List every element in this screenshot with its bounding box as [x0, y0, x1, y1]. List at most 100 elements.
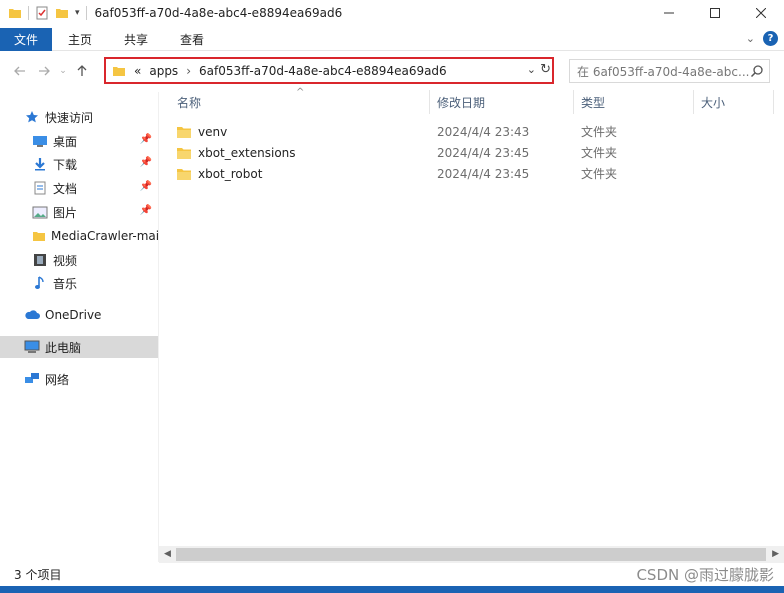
quick-access-toolbar: ▾ [0, 6, 87, 20]
download-icon [32, 156, 48, 172]
help-button[interactable]: ? [763, 31, 778, 46]
forward-arrow-icon [39, 66, 50, 76]
sidebar-item-quick-access[interactable]: 快速访问 [0, 106, 158, 128]
pin-icon[interactable]: 📌 [140, 181, 152, 192]
column-divider[interactable] [693, 90, 694, 114]
address-dropdown-icon[interactable]: ⌄ [527, 63, 536, 76]
sidebar-item-label: OneDrive [45, 308, 102, 322]
window-controls [646, 0, 784, 26]
sidebar-item-downloads[interactable]: 下载 📌 [0, 153, 158, 175]
recent-locations-button[interactable]: ⌄ [56, 66, 70, 76]
scroll-left-icon[interactable]: ◀ [164, 549, 171, 559]
scrollbar-thumb[interactable] [176, 548, 766, 561]
column-header-name[interactable]: 名称 [177, 94, 201, 111]
back-arrow-icon [14, 66, 25, 76]
watermark: CSDN @雨过朦胧影 [636, 566, 774, 584]
video-icon [32, 252, 48, 268]
maximize-button[interactable] [692, 0, 738, 26]
column-header-type[interactable]: 类型 [581, 94, 605, 111]
list-item[interactable]: venv 2024/4/4 23:43 文件夹 [176, 121, 636, 142]
file-name: xbot_robot [198, 166, 263, 181]
sort-ascending-icon: ^ [296, 87, 305, 98]
chevron-right-icon[interactable]: › [186, 64, 191, 78]
sidebar-item-label: 音乐 [53, 276, 78, 291]
star-icon [24, 109, 40, 125]
expand-ribbon-icon[interactable]: ⌄ [746, 32, 755, 45]
column-headers: ^ 名称 修改日期 类型 大小 [159, 87, 784, 114]
sidebar-item-onedrive[interactable]: OneDrive [0, 304, 158, 326]
file-modified: 2024/4/4 23:45 [437, 166, 530, 181]
close-icon [756, 8, 766, 18]
window-title: 6af053ff-a70d-4a8e-abc4-e8894ea69ad6 [94, 6, 343, 20]
refresh-icon[interactable]: ↻ [540, 62, 551, 77]
sidebar-item-network[interactable]: 网络 [0, 368, 158, 390]
desktop-icon [32, 133, 48, 149]
document-icon [32, 180, 48, 196]
sidebar-item-label: 视频 [53, 253, 78, 268]
search-icon [750, 65, 763, 78]
sidebar-item-videos[interactable]: 视频 [0, 249, 158, 271]
taskbar-strip [0, 586, 784, 593]
search-placeholder: 在 6af053ff-a70d-4a8e-abc... [577, 64, 750, 79]
file-name: venv [198, 124, 228, 139]
pin-icon[interactable]: 📌 [140, 205, 152, 216]
folder-icon [176, 145, 192, 161]
file-type: 文件夹 [581, 125, 618, 139]
sidebar-item-music[interactable]: 音乐 [0, 272, 158, 294]
close-button[interactable] [738, 0, 784, 26]
navigation-bar: ⌄ « apps › 6af053ff-a70d-4a8e-abc4-e8894… [0, 54, 784, 88]
tab-file[interactable]: 文件 [0, 27, 53, 51]
breadcrumb-overflow[interactable]: « [134, 64, 141, 78]
breadcrumb-current[interactable]: 6af053ff-a70d-4a8e-abc4-e8894ea69ad6 [199, 64, 447, 78]
sidebar-item-this-pc[interactable]: 此电脑 [0, 336, 158, 358]
sidebar-item-documents[interactable]: 文档 📌 [0, 177, 158, 199]
folder-icon [176, 124, 192, 140]
tab-home[interactable]: 主页 [52, 28, 108, 51]
address-bar[interactable]: « apps › 6af053ff-a70d-4a8e-abc4-e8894ea… [104, 57, 554, 84]
new-folder-icon[interactable] [55, 6, 69, 20]
sidebar-item-label: 文档 [53, 181, 78, 196]
column-divider[interactable] [573, 90, 574, 114]
music-icon [32, 275, 48, 291]
pin-icon[interactable]: 📌 [140, 157, 152, 168]
search-input[interactable]: 在 6af053ff-a70d-4a8e-abc... [569, 59, 770, 83]
sidebar-item-label: 下载 [53, 157, 78, 172]
file-type: 文件夹 [581, 167, 618, 181]
pin-icon[interactable]: 📌 [140, 134, 152, 145]
sidebar-item-label: 此电脑 [45, 340, 82, 355]
cloud-icon [24, 307, 40, 323]
sidebar-item-mediacrawler[interactable]: MediaCrawler-main [0, 225, 158, 247]
folder-icon [32, 228, 46, 244]
sidebar-item-label: 桌面 [53, 134, 78, 149]
list-item[interactable]: xbot_robot 2024/4/4 23:45 文件夹 [176, 163, 636, 184]
ribbon-right: ⌄ ? [746, 31, 778, 46]
chevron-down-icon: ⌄ [59, 66, 67, 76]
folder-icon [176, 166, 192, 182]
tab-share[interactable]: 共享 [108, 28, 164, 51]
column-divider[interactable] [773, 90, 774, 114]
horizontal-scrollbar[interactable]: ◀ ▶ [159, 546, 784, 563]
properties-icon[interactable] [35, 6, 49, 20]
breadcrumb-apps[interactable]: apps [149, 64, 178, 78]
forward-button[interactable] [32, 64, 56, 78]
tab-view[interactable]: 查看 [164, 28, 220, 51]
minimize-icon [664, 12, 674, 14]
sidebar-item-label: 图片 [53, 205, 78, 220]
explorer-window: ▾ 6af053ff-a70d-4a8e-abc4-e8894ea69ad6 文… [0, 0, 784, 593]
column-header-size[interactable]: 大小 [701, 94, 725, 111]
up-button[interactable] [70, 64, 94, 78]
minimize-button[interactable] [646, 0, 692, 26]
computer-icon [24, 339, 40, 355]
scroll-right-icon[interactable]: ▶ [772, 549, 779, 559]
column-header-modified[interactable]: 修改日期 [437, 94, 485, 111]
sidebar-item-desktop[interactable]: 桌面 📌 [0, 130, 158, 152]
picture-icon [32, 204, 48, 220]
pane-divider[interactable] [158, 92, 159, 562]
sidebar-item-label: 快速访问 [45, 110, 94, 125]
sidebar-item-pictures[interactable]: 图片 📌 [0, 201, 158, 223]
ribbon-tabs: 文件 主页 共享 查看 ⌄ ? [0, 27, 784, 51]
column-divider[interactable] [429, 90, 430, 114]
back-button[interactable] [8, 64, 32, 78]
list-item[interactable]: xbot_extensions 2024/4/4 23:45 文件夹 [176, 142, 636, 163]
customize-qat-icon[interactable]: ▾ [75, 8, 80, 18]
